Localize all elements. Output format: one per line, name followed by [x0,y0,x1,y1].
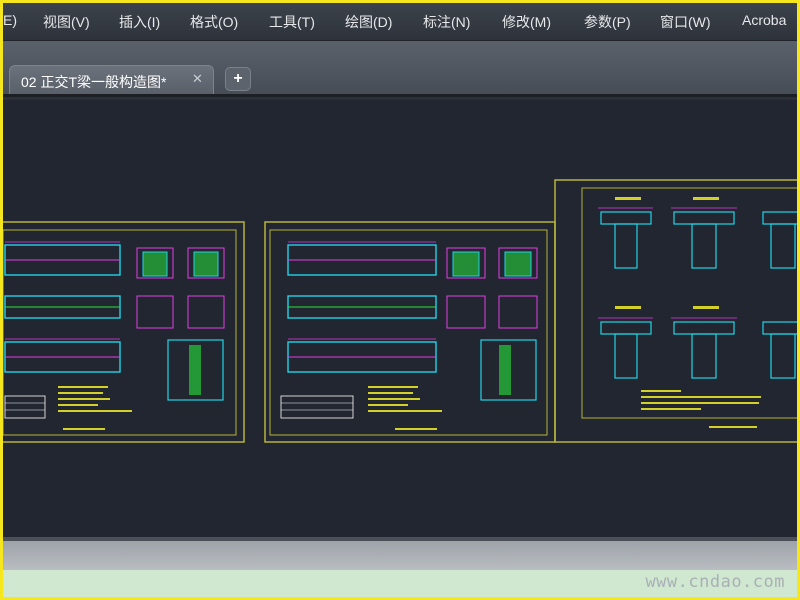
cad-drawing [3,179,797,443]
watermark-text: www.cndao.com [645,572,785,592]
close-icon[interactable]: ✕ [192,71,203,87]
tab-label: 02 正交T梁一般构造图* [21,74,167,90]
drawing-sheet-1 [3,221,245,443]
menu-tools[interactable]: 工具(T) [269,12,315,32]
cross-sections [136,247,225,401]
drawing-sheet-3 [554,179,797,443]
menu-view[interactable]: 视图(V) [43,12,90,32]
cross-sections [446,247,538,401]
menu-parametric[interactable]: 参数(P) [584,12,631,32]
menu-acrobat[interactable]: Acroba [742,12,786,28]
file-tab-strip: 02 正交T梁一般构造图* ✕ + [3,41,797,97]
drawing-canvas[interactable] [3,100,797,537]
menu-window[interactable]: 窗口(W) [660,12,711,32]
app-window: E) 视图(V) 插入(I) 格式(O) 工具(T) 绘图(D) 标注(N) 修… [3,3,797,597]
new-tab-button[interactable]: + [225,67,251,91]
menu-edit[interactable]: E) [3,12,17,28]
menu-draw[interactable]: 绘图(D) [345,12,392,32]
menu-bar: E) 视图(V) 插入(I) 格式(O) 工具(T) 绘图(D) 标注(N) 修… [3,3,797,41]
menu-insert[interactable]: 插入(I) [119,12,160,32]
status-bar [3,537,797,570]
elevation-views [4,241,121,373]
menu-dimension[interactable]: 标注(N) [423,12,470,32]
elevation-views [287,241,437,373]
tables-and-notes [4,386,132,430]
girder-sections [598,207,797,379]
tab-drawing-file[interactable]: 02 正交T梁一般构造图* ✕ [9,65,214,94]
menu-modify[interactable]: 修改(M) [502,12,551,32]
tables-and-notes [280,386,442,430]
command-line[interactable]: www.cndao.com [3,570,797,597]
menu-format[interactable]: 格式(O) [190,12,238,32]
drawing-sheet-2 [264,221,556,443]
